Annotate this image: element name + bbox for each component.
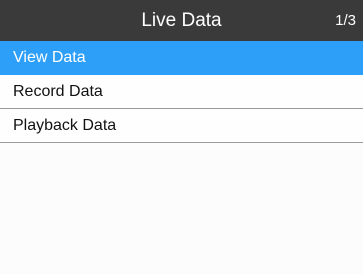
menu-list: View Data Record Data Playback Data xyxy=(0,41,363,143)
menu-item-label: Playback Data xyxy=(13,117,117,134)
menu-item-record-data[interactable]: Record Data xyxy=(0,75,363,109)
empty-content-area xyxy=(0,143,363,274)
live-data-screen: Live Data 1/3 View Data Record Data Play… xyxy=(0,0,363,274)
menu-item-label: Record Data xyxy=(13,83,103,100)
page-indicator: 1/3 xyxy=(335,12,356,29)
page-title: Live Data xyxy=(141,10,222,31)
menu-item-label: View Data xyxy=(13,49,86,66)
menu-item-view-data[interactable]: View Data xyxy=(0,41,363,75)
menu-item-playback-data[interactable]: Playback Data xyxy=(0,109,363,143)
title-bar: Live Data 1/3 xyxy=(0,0,363,41)
